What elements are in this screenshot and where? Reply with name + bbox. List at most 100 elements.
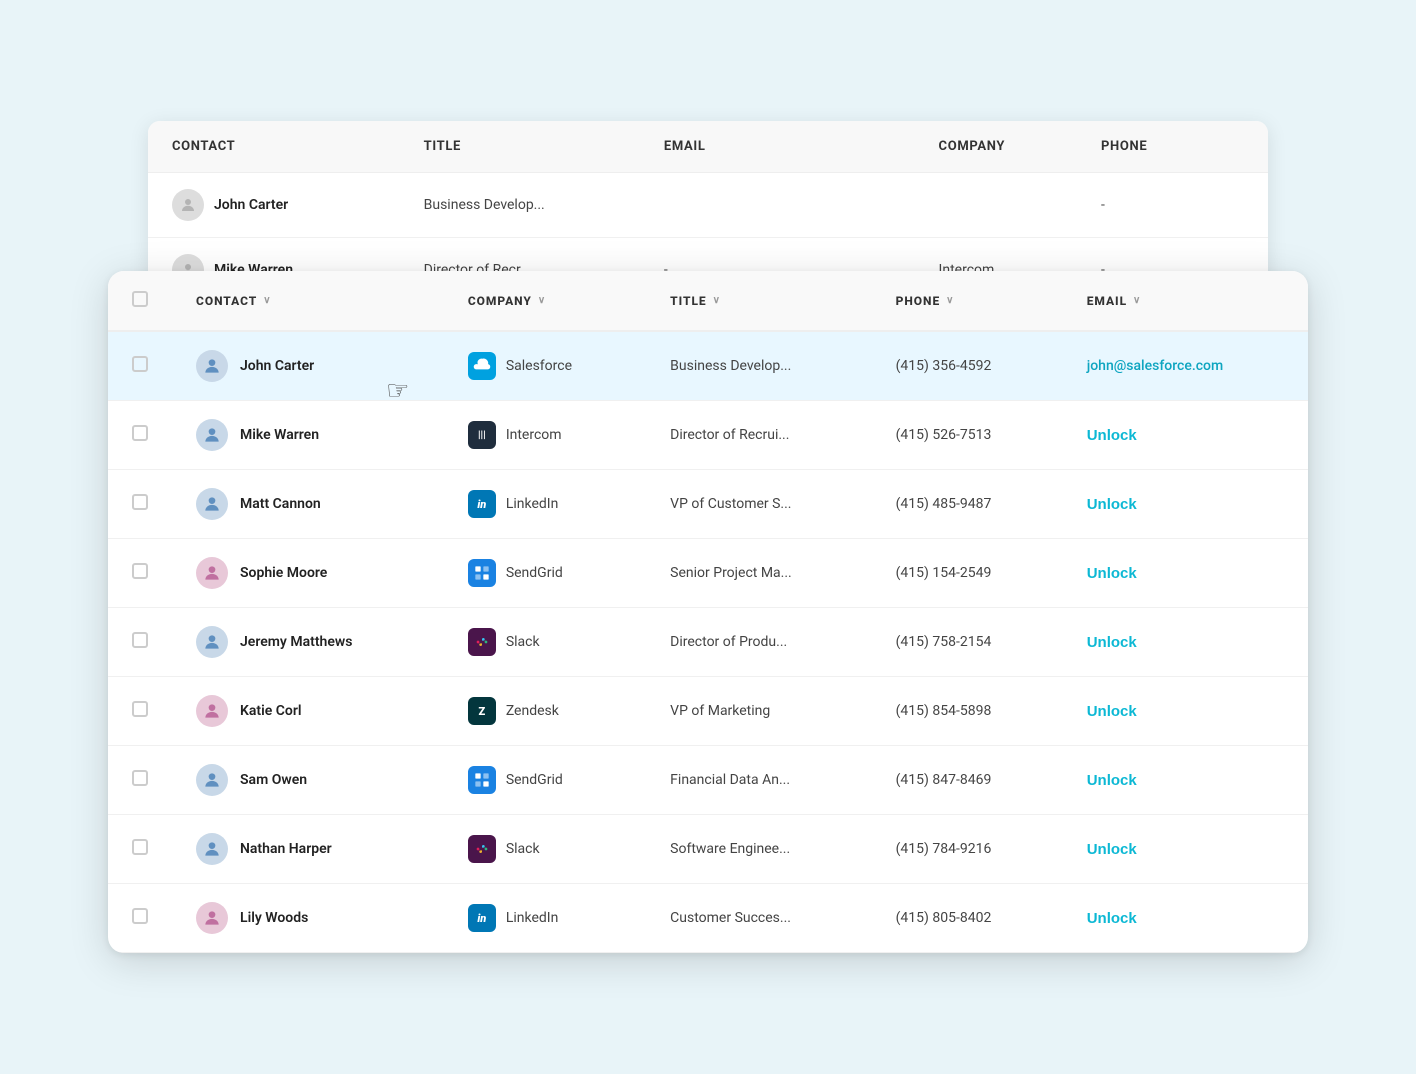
table-row: Matt Cannon in LinkedIn VP of Customer S… [108, 470, 1308, 539]
unlock-button[interactable]: Unlock [1087, 703, 1137, 720]
row-checkbox[interactable] [132, 425, 148, 441]
avatar-img [196, 419, 228, 451]
bg-col-contact: CONTACT [148, 121, 400, 173]
phone-cell: (415) 758-2154 [872, 608, 1063, 677]
row-checkbox[interactable] [132, 356, 148, 372]
table-row: Sophie Moore SendGrid Senior Project Ma.… [108, 539, 1308, 608]
company-cell: SendGrid [444, 539, 646, 608]
unlock-button[interactable]: Unlock [1087, 427, 1137, 444]
row-checkbox-cell[interactable] [108, 746, 172, 815]
table-row: Jeremy Matthews Slack Director of Produ.… [108, 608, 1308, 677]
contact-name: John Carter [240, 358, 314, 374]
contact-cell: Sophie Moore [172, 539, 444, 608]
company-cell: ||| Intercom [444, 401, 646, 470]
title-cell: VP of Customer S... [646, 470, 871, 539]
email-cell[interactable]: Unlock [1063, 677, 1308, 746]
company-name: Slack [506, 634, 540, 650]
phone-cell: (415) 854-5898 [872, 677, 1063, 746]
unlock-button[interactable]: Unlock [1087, 772, 1137, 789]
row-checkbox[interactable] [132, 770, 148, 786]
title-cell: Director of Produ... [646, 608, 871, 677]
phone-cell: (415) 485-9487 [872, 470, 1063, 539]
col-label-company: COMPANY [468, 294, 532, 308]
company-name: SendGrid [506, 772, 563, 788]
linkedin-logo: in [468, 490, 496, 518]
row-checkbox[interactable] [132, 494, 148, 510]
contact-name: Sophie Moore [240, 565, 327, 581]
unlock-button[interactable]: Unlock [1087, 634, 1137, 651]
col-header-title[interactable]: TITLE ∨ [646, 271, 871, 331]
row-checkbox-cell[interactable] [108, 677, 172, 746]
col-header-email[interactable]: EMAIL ∨ [1063, 271, 1308, 331]
title-cell: Financial Data An... [646, 746, 871, 815]
table-row: Lily Woods in LinkedIn Customer Succes..… [108, 884, 1308, 953]
company-cell: in LinkedIn [444, 884, 646, 953]
company-name: Intercom [506, 427, 562, 443]
contact-cell: John Carter ☞ [172, 331, 444, 401]
col-label-title: TITLE [670, 294, 706, 308]
company-name: SendGrid [506, 565, 563, 581]
contact-name: Katie Corl [240, 703, 302, 719]
avatar-img [196, 488, 228, 520]
title-cell: VP of Marketing [646, 677, 871, 746]
col-header-phone[interactable]: PHONE ∨ [872, 271, 1063, 331]
email-cell[interactable]: Unlock [1063, 815, 1308, 884]
row-checkbox-cell[interactable] [108, 884, 172, 953]
bg-title-cell: Business Develop... [400, 173, 640, 238]
bg-col-phone: PHONE [1077, 121, 1268, 173]
col-header-contact[interactable]: CONTACT ∨ [172, 271, 444, 331]
col-label-email: EMAIL [1087, 294, 1127, 308]
email-cell[interactable]: Unlock [1063, 470, 1308, 539]
sort-arrow-title: ∨ [713, 295, 721, 306]
unlock-button[interactable]: Unlock [1087, 496, 1137, 513]
unlock-button[interactable]: Unlock [1087, 910, 1137, 927]
row-checkbox-cell[interactable] [108, 470, 172, 539]
email-cell[interactable]: Unlock [1063, 608, 1308, 677]
contact-cell: Katie Corl [172, 677, 444, 746]
email-cell[interactable]: Unlock [1063, 746, 1308, 815]
email-cell[interactable]: Unlock [1063, 401, 1308, 470]
row-checkbox-cell[interactable] [108, 539, 172, 608]
contact-name: Sam Owen [240, 772, 307, 788]
slack-logo [468, 628, 496, 656]
row-checkbox-cell[interactable] [108, 815, 172, 884]
contact-name: Mike Warren [240, 427, 319, 443]
email-cell[interactable]: Unlock [1063, 539, 1308, 608]
row-checkbox-cell[interactable] [108, 608, 172, 677]
sendgrid-logo [468, 559, 496, 587]
contact-name: Nathan Harper [240, 841, 332, 857]
company-name: Zendesk [506, 703, 559, 719]
company-cell: Salesforce [444, 331, 646, 401]
bg-contact-cell: John Carter [148, 173, 400, 238]
row-checkbox[interactable] [132, 563, 148, 579]
avatar-img [196, 626, 228, 658]
contact-cell: Matt Cannon [172, 470, 444, 539]
row-checkbox[interactable] [132, 701, 148, 717]
company-cell: in LinkedIn [444, 470, 646, 539]
company-cell: Z Zendesk [444, 677, 646, 746]
unlock-button[interactable]: Unlock [1087, 841, 1137, 858]
row-checkbox[interactable] [132, 632, 148, 648]
unlock-button[interactable]: Unlock [1087, 565, 1137, 582]
row-checkbox[interactable] [132, 908, 148, 924]
select-all-header[interactable] [108, 271, 172, 331]
title-cell: Senior Project Ma... [646, 539, 871, 608]
col-label-phone: PHONE [896, 294, 941, 308]
email-cell[interactable]: john@salesforce.com [1063, 331, 1308, 401]
phone-cell: (415) 526-7513 [872, 401, 1063, 470]
row-checkbox[interactable] [132, 839, 148, 855]
email-cell[interactable]: Unlock [1063, 884, 1308, 953]
phone-cell: (415) 154-2549 [872, 539, 1063, 608]
phone-cell: (415) 784-9216 [872, 815, 1063, 884]
avatar-img [196, 557, 228, 589]
row-checkbox-cell[interactable] [108, 331, 172, 401]
header-checkbox[interactable] [132, 291, 148, 307]
col-header-company[interactable]: COMPANY ∨ [444, 271, 646, 331]
main-table-container: CONTACT ∨ COMPANY ∨ TITLE ∨ [108, 271, 1308, 953]
email-link[interactable]: john@salesforce.com [1087, 358, 1223, 374]
contact-cell: Nathan Harper [172, 815, 444, 884]
bg-email-cell [640, 173, 915, 238]
zendesk-logo: Z [468, 697, 496, 725]
row-checkbox-cell[interactable] [108, 401, 172, 470]
sort-arrow-company: ∨ [538, 295, 546, 306]
